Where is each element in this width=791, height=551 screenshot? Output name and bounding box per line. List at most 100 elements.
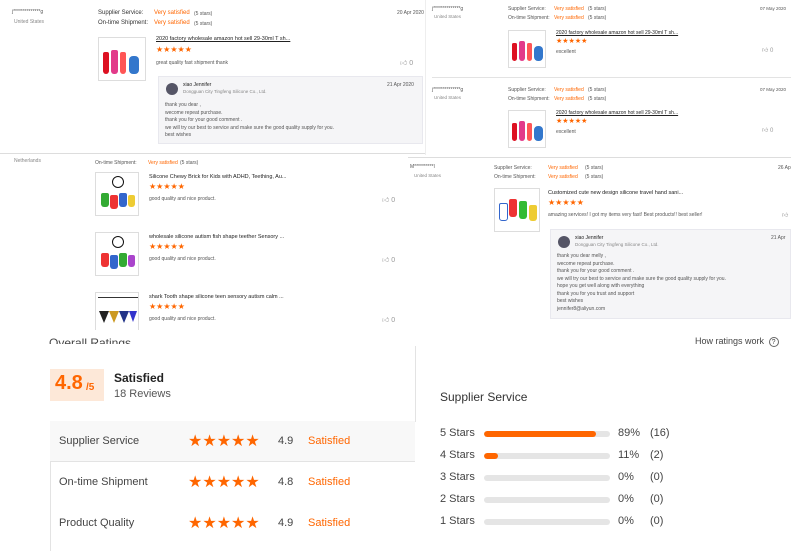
like-button[interactable]: 👍︎ 0	[382, 195, 395, 204]
review-comment: good quality and nice product.	[149, 196, 216, 202]
review-comment: amazing services! I got my items very fa…	[548, 212, 703, 218]
rating-row-on-time-shipment: On-time Shipment ★★★★★ 4.8 Satisfied	[59, 474, 351, 491]
review-comment: excellent	[556, 129, 576, 135]
service-value: Very satisfied	[554, 87, 584, 93]
thumbs-up-icon: 👍︎	[382, 257, 390, 264]
overall-label: Satisfied	[114, 371, 165, 385]
shipment-stars: (5 stars)	[585, 174, 604, 180]
like-button[interactable]: 👍︎ 0	[400, 58, 413, 67]
shipment-value: Very satisfied	[554, 15, 584, 21]
rating-stars: ★★★★★	[188, 474, 260, 491]
product-thumbnail[interactable]	[95, 292, 139, 334]
shipment-value: Very satisfied	[154, 20, 190, 26]
product-link[interactable]: Silicone Chewy Brick for Kids with ADHD,…	[149, 174, 286, 180]
overall-score-denom: /5	[86, 382, 95, 393]
reviewer-country: United States	[14, 19, 45, 25]
like-button[interactable]: 👍︎ 0	[382, 315, 395, 324]
overall-score: 4.8	[55, 372, 83, 394]
distribution-row-2: 2 Stars 0% (0)	[440, 493, 664, 505]
avatar	[166, 83, 178, 95]
service-label: Supplier Service:	[494, 165, 532, 171]
product-link[interactable]: Customized cute new design silicone trav…	[548, 190, 683, 196]
shipment-stars: (5 stars)	[588, 15, 607, 21]
product-link[interactable]: 2020 factory wholesale amazon hot sell 2…	[556, 30, 678, 36]
service-value: Very satisfied	[548, 165, 578, 171]
thumbs-up-icon: 👍︎	[762, 48, 769, 54]
product-thumbnail[interactable]	[95, 232, 139, 276]
reviewer-name: j**************g	[12, 9, 44, 15]
distribution-bar	[484, 431, 610, 437]
product-thumbnail[interactable]	[98, 37, 146, 81]
distribution-row-5: 5 Stars 89% (16)	[440, 427, 670, 439]
service-stars: (5 stars)	[588, 6, 607, 12]
shipment-value: Very satisfied	[548, 174, 578, 180]
shipment-label: On-time Shipment:	[95, 160, 137, 166]
product-link[interactable]: 2020 factory wholesale amazon hot sell 2…	[556, 110, 678, 116]
service-value: Very satisfied	[554, 6, 584, 12]
reviewer-country: Netherlands	[14, 158, 41, 164]
like-button[interactable]: 👍︎ 0	[762, 126, 773, 134]
rating-row-supplier-service: Supplier Service ★★★★★ 4.9 Satisfied	[50, 421, 415, 462]
distribution-row-3: 3 Stars 0% (0)	[440, 471, 664, 483]
service-value: Very satisfied	[154, 10, 190, 16]
product-link[interactable]: 2020 factory wholesale amazon hot sell 2…	[156, 36, 290, 42]
product-thumbnail[interactable]	[508, 30, 546, 68]
distribution-bar	[484, 475, 610, 481]
review-comment: good quality and nice product.	[149, 316, 216, 322]
like-button[interactable]: 👍︎	[782, 211, 788, 219]
like-button[interactable]: 👍︎ 0	[762, 46, 773, 54]
product-thumbnail[interactable]	[494, 188, 540, 232]
like-button[interactable]: 👍︎ 0	[382, 255, 395, 264]
overall-score-badge: 4.8 /5	[50, 369, 104, 401]
review-rating-stars: ★★★★★	[156, 45, 192, 54]
review-date: 07 May 2020	[760, 87, 787, 92]
review-date: 26 Ap	[778, 165, 791, 171]
distribution-title: Supplier Service	[440, 390, 528, 404]
distribution-bar	[484, 519, 610, 525]
review-rating-stars: ★★★★★	[149, 302, 185, 311]
reply-date: 21 Apr 2020	[387, 82, 414, 88]
product-link[interactable]: wholesale silicone autism fish shape tee…	[149, 234, 284, 240]
reviewer-name: M**********l	[410, 164, 435, 170]
reply-author: xiao Jennifer	[183, 82, 212, 88]
service-stars: (5 stars)	[585, 165, 604, 171]
service-stars: (5 stars)	[588, 87, 607, 93]
reviewer-name: j**************g	[432, 87, 464, 93]
service-stars: (5 stars)	[194, 11, 213, 17]
review-count: 18 Reviews	[114, 388, 171, 400]
rating-stars: ★★★★★	[188, 515, 260, 532]
service-label: Supplier Service:	[508, 87, 546, 93]
thumbs-up-icon: 👍︎	[762, 128, 769, 134]
shipment-label: On-time Shipment:	[494, 174, 536, 180]
reply-company: Dongguan City Tingfeng Silicone Co., Ltd…	[575, 242, 659, 247]
avatar	[558, 236, 570, 248]
review-comment: excellent	[556, 49, 576, 55]
reply-author: xiao Jennifer	[575, 235, 604, 241]
help-icon: ?	[768, 337, 779, 347]
review-comment: good quality and nice product.	[149, 256, 216, 262]
thumbs-up-icon: 👍︎	[382, 197, 390, 204]
reviewer-country: United States	[434, 14, 462, 19]
reviewer-name: j**************g	[432, 6, 464, 12]
reply-company: Dongguan City Tingfeng Silicone Co., Ltd…	[183, 89, 267, 94]
product-thumbnail[interactable]	[508, 110, 546, 148]
how-ratings-work-link[interactable]: How ratings work ?	[695, 336, 779, 347]
product-link[interactable]: shark Tooth shape silicone teen sensory …	[149, 294, 284, 300]
shipment-value: Very satisfied	[554, 96, 584, 102]
thumbs-up-icon: 👍︎	[382, 317, 390, 324]
review-rating-stars: ★★★★★	[149, 242, 185, 251]
distribution-bar	[484, 497, 610, 503]
shipment-label: On-time Shipment:	[98, 20, 149, 26]
review-date: 20 Apr 2020	[397, 10, 424, 16]
supplier-reply: xiao Jennifer Dongguan City Tingfeng Sil…	[158, 76, 423, 144]
distribution-row-4: 4 Stars 11% (2)	[440, 449, 664, 461]
thumbs-up-icon: 👍︎	[400, 60, 408, 67]
reply-text: thank you dear , wecome repeat purchase.…	[165, 102, 334, 138]
shipment-stars: (5 stars)	[180, 160, 199, 166]
review-date: 07 May 2020	[760, 6, 787, 11]
shipment-label: On-time Shipment:	[508, 15, 550, 21]
service-label: Supplier Service:	[98, 10, 144, 16]
product-thumbnail[interactable]	[95, 172, 139, 216]
reply-text: thank you dear melly , wecome repeat pur…	[557, 253, 726, 312]
distribution-row-1: 1 Stars 0% (0)	[440, 515, 664, 527]
